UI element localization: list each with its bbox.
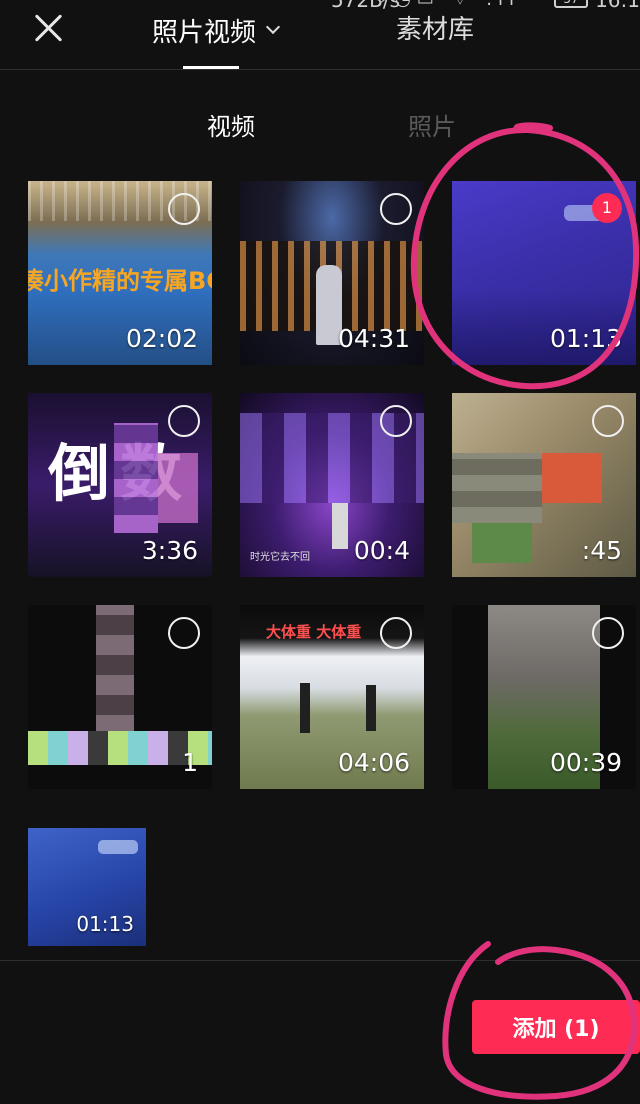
media-tile-selected[interactable]: 1 01:13	[452, 181, 636, 365]
select-circle-icon[interactable]	[592, 405, 624, 437]
media-tile[interactable]: 1	[28, 605, 212, 789]
tab-label: 照片视频	[152, 17, 257, 48]
media-tile[interactable]: 大体重 大体重 04:06	[240, 605, 424, 789]
select-circle-icon[interactable]	[380, 617, 412, 649]
thumbnail-caption: 大体重 大体重	[266, 623, 362, 641]
media-tile[interactable]: 04:31	[240, 181, 424, 365]
tab-photos-videos[interactable]: 照片视频	[152, 10, 281, 50]
media-tile[interactable]: 时光它去不回 00:4	[240, 393, 424, 577]
thumbnail-caption: 湊小作精的专属BG	[28, 267, 212, 295]
tab-material-library[interactable]: 素材库	[396, 10, 474, 50]
media-tile[interactable]: :45	[452, 393, 636, 577]
video-duration: 04:31	[337, 324, 410, 353]
subtab-video[interactable]: 视频	[207, 110, 255, 144]
video-duration: 1	[182, 748, 198, 777]
media-tile[interactable]: 00:39	[452, 605, 636, 789]
video-duration: :45	[581, 536, 622, 565]
pixelation-block	[114, 423, 158, 533]
thumbnail-figure	[332, 503, 348, 549]
select-circle-icon[interactable]	[592, 617, 624, 649]
select-circle-icon[interactable]	[168, 405, 200, 437]
video-duration: 02:02	[125, 324, 198, 353]
video-duration: 04:06	[337, 748, 410, 777]
video-duration: 01:13	[549, 324, 622, 353]
thumbnail-image	[98, 840, 138, 854]
video-duration: 01:13	[76, 912, 134, 936]
selection-badge[interactable]: 1	[592, 193, 622, 223]
select-circle-icon[interactable]	[168, 193, 200, 225]
media-tile[interactable]: 倒数 3:36	[28, 393, 212, 577]
chevron-down-icon	[265, 19, 281, 35]
video-duration: 3:36	[141, 536, 198, 565]
media-picker-screen: 572B/s ⚡◷▭ ⌔ .ıl 57 16:1 照片视频 素材库 视频 照片 …	[0, 0, 640, 1104]
video-duration: 00:4	[353, 536, 410, 565]
select-circle-icon[interactable]	[380, 405, 412, 437]
bottom-divider	[0, 960, 640, 961]
active-tab-indicator	[183, 66, 239, 69]
header: 照片视频 素材库	[0, 0, 640, 70]
add-button[interactable]: 添加 (1)	[472, 1000, 640, 1054]
subtab-photo[interactable]: 照片	[408, 110, 456, 144]
thumbnail-figure	[300, 683, 310, 733]
video-duration: 00:39	[549, 748, 622, 777]
thumbnail-caption: 时光它去不回	[250, 552, 310, 563]
pixelation-block	[452, 453, 542, 523]
select-circle-icon[interactable]	[168, 617, 200, 649]
select-circle-icon[interactable]	[380, 193, 412, 225]
media-tile[interactable]: 01:13	[28, 828, 146, 946]
close-icon[interactable]	[28, 8, 68, 48]
pixelation-block	[96, 605, 134, 735]
media-tile[interactable]: 湊小作精的专属BG 02:02	[28, 181, 212, 365]
